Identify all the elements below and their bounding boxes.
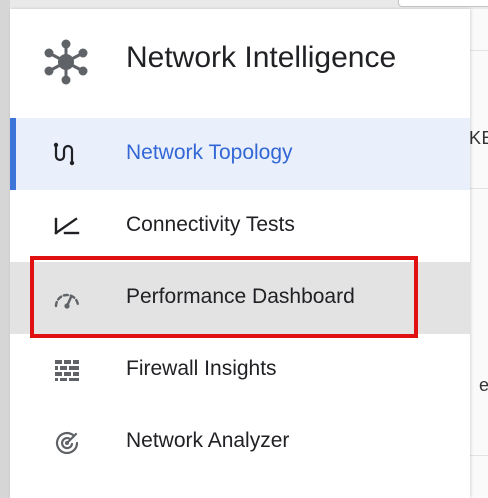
nav-item-label: Firewall Insights [126, 357, 277, 380]
radar-icon [55, 431, 79, 454]
gauge-icon [54, 293, 80, 309]
background-divider [470, 50, 488, 51]
firewall-icon [55, 360, 79, 381]
background-divider [470, 188, 488, 189]
background-page [470, 9, 488, 498]
background-divider [470, 455, 488, 456]
topology-icon [53, 142, 75, 166]
nav-item-performance-dashboard[interactable]: Performance Dashboard [10, 262, 470, 334]
nav-item-connectivity-tests[interactable]: Connectivity Tests [10, 190, 470, 262]
active-indicator [10, 118, 16, 190]
nav-item-label: Network Analyzer [126, 429, 290, 452]
drawer-header: Network Intelligence [10, 9, 470, 109]
background-text-fragment: KE [469, 128, 488, 148]
page-edge-left [0, 0, 10, 498]
nav-item-firewall-insights[interactable]: Firewall Insights [10, 334, 470, 406]
nav-item-label: Performance Dashboard [126, 285, 355, 308]
nav-item-label: Connectivity Tests [126, 213, 295, 236]
product-title: Network Intelligence [126, 41, 397, 74]
nav-item-label: Network Topology [126, 141, 293, 164]
navigation-drawer: Network Intelligence Network Topology Co… [10, 9, 470, 498]
background-text-fragment: eli [479, 375, 488, 395]
nav-item-network-topology[interactable]: Network Topology [10, 118, 470, 190]
nav-item-network-analyzer[interactable]: Network Analyzer [10, 406, 470, 478]
connectivity-test-icon [54, 217, 80, 235]
network-hub-icon [44, 39, 88, 85]
toolbar-search-field[interactable] [398, 0, 488, 7]
